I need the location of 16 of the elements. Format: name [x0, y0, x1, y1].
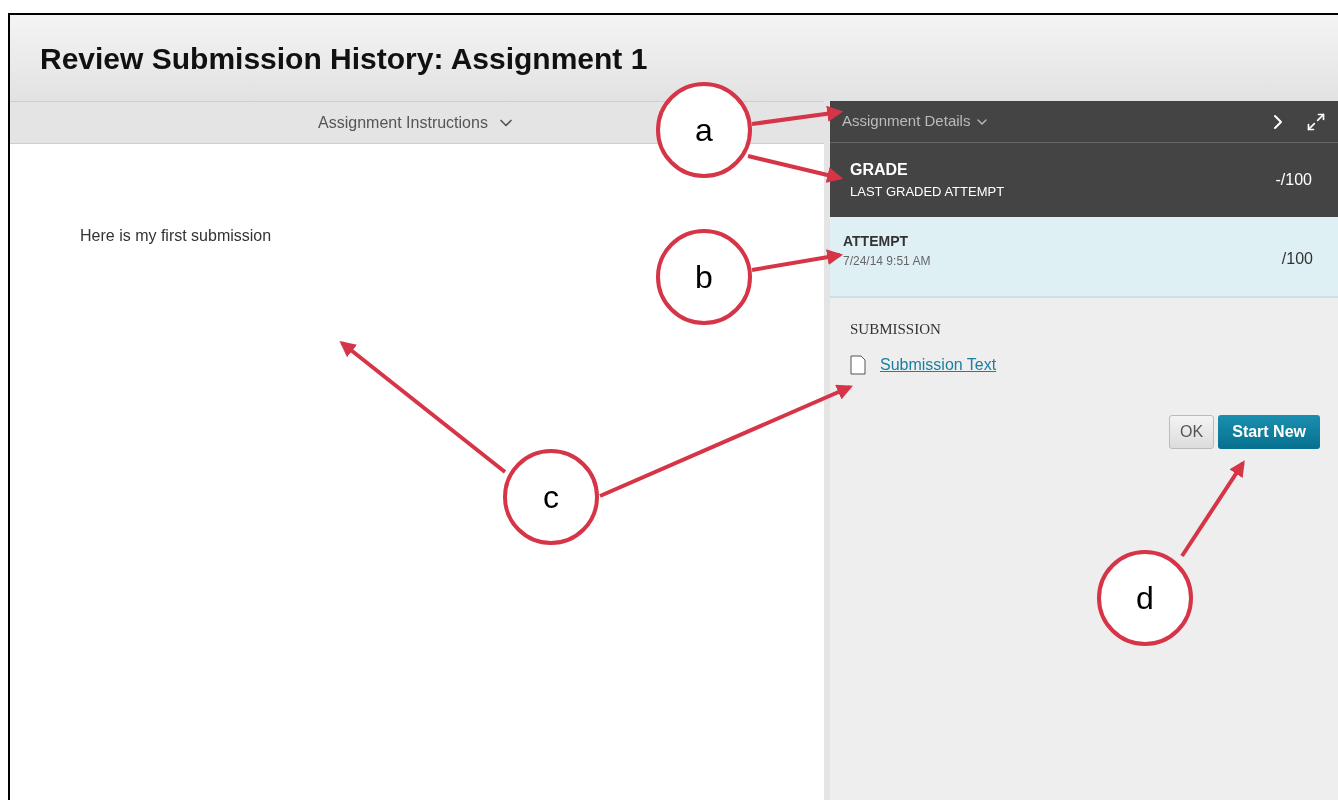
grade-score: -/100: [1275, 170, 1312, 190]
page-title: Review Submission History: Assignment 1: [40, 40, 648, 77]
attempt-row[interactable]: ATTEMPT 7/24/14 9:51 AM /100: [830, 217, 1338, 298]
submission-heading: SUBMISSION: [850, 320, 942, 339]
attempt-date: 7/24/14 9:51 AM: [843, 253, 931, 270]
details-dropdown[interactable]: Assignment Details: [842, 110, 991, 133]
grade-sublabel: LAST GRADED ATTEMPT: [850, 183, 1005, 202]
attempt-label: ATTEMPT: [843, 232, 910, 251]
attempt-score: /100: [1281, 249, 1313, 269]
submission-text-link[interactable]: Submission Text: [880, 352, 997, 377]
ok-button[interactable]: OK: [1169, 414, 1215, 449]
start-new-button[interactable]: Start New: [1218, 414, 1320, 449]
grade-label: GRADE: [850, 160, 909, 181]
submission-body-text: Here is my first submission: [80, 226, 273, 246]
document-icon: [850, 354, 866, 375]
expand-icon[interactable]: [1306, 111, 1326, 132]
